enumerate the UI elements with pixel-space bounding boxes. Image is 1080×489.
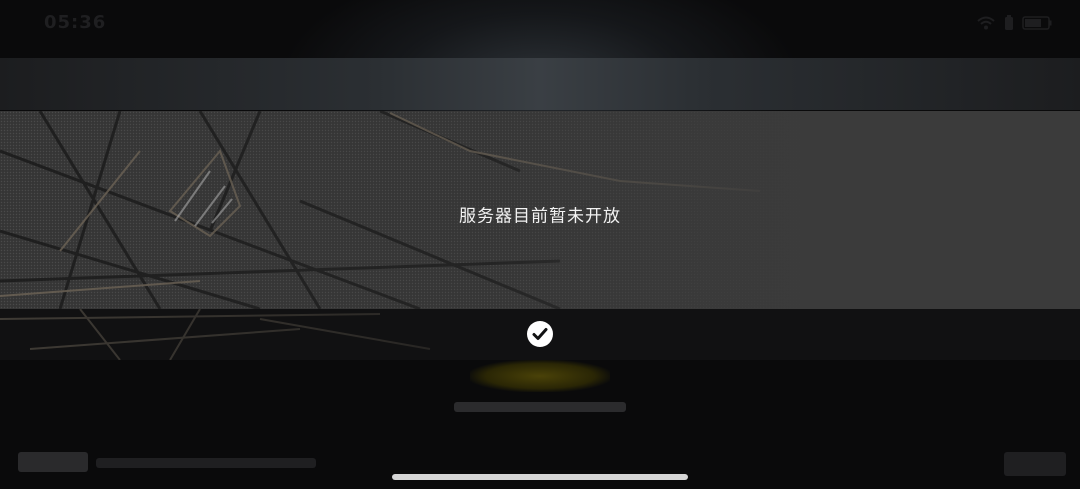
battery-icon [1022, 16, 1052, 30]
background-banner [0, 58, 1080, 110]
battery-saver-icon [1004, 15, 1014, 31]
dialog-message: 服务器目前暂未开放 [459, 206, 621, 227]
status-icons [976, 14, 1052, 32]
checkmark-icon [532, 328, 548, 340]
home-indicator[interactable] [392, 474, 688, 480]
background-footer-badge [1004, 452, 1066, 476]
alert-dialog: 服务器目前暂未开放 [0, 111, 1080, 360]
dialog-body: 服务器目前暂未开放 [0, 111, 1080, 309]
dialog-footer [0, 309, 1080, 360]
background-emblem [470, 360, 610, 392]
status-bar: 05:36 [0, 0, 1080, 48]
background-caption [454, 402, 626, 412]
background-footer-text [96, 458, 316, 468]
status-time: 05:36 [44, 12, 107, 33]
background-logo [18, 452, 88, 472]
wifi-icon [976, 15, 996, 31]
game-screen: 05:36 服务器目前暂未开放 [0, 0, 1080, 489]
confirm-button[interactable] [527, 321, 553, 347]
